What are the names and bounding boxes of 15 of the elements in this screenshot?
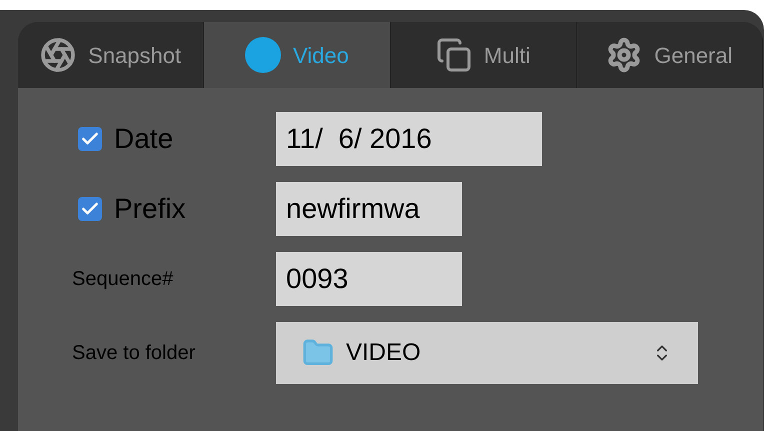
field-label: Date — [114, 122, 174, 156]
field-label: Sequence# — [72, 267, 174, 292]
input-field[interactable]: newfirmwa — [276, 182, 462, 236]
tab[interactable]: Snapshot — [18, 22, 204, 88]
checkbox[interactable] — [78, 127, 102, 151]
field-label: Save to folder — [72, 341, 196, 366]
input-field[interactable]: 0093 — [276, 252, 462, 306]
checkbox[interactable] — [78, 197, 102, 221]
folder-select[interactable]: VIDEO — [276, 322, 698, 384]
aperture-icon — [40, 37, 76, 73]
input-field[interactable]: 11/ 6/ 2016 — [276, 112, 542, 166]
gear-icon — [606, 37, 642, 73]
record-icon — [244, 37, 281, 73]
copy-icon — [436, 37, 472, 73]
field-label: Prefix — [114, 192, 186, 226]
